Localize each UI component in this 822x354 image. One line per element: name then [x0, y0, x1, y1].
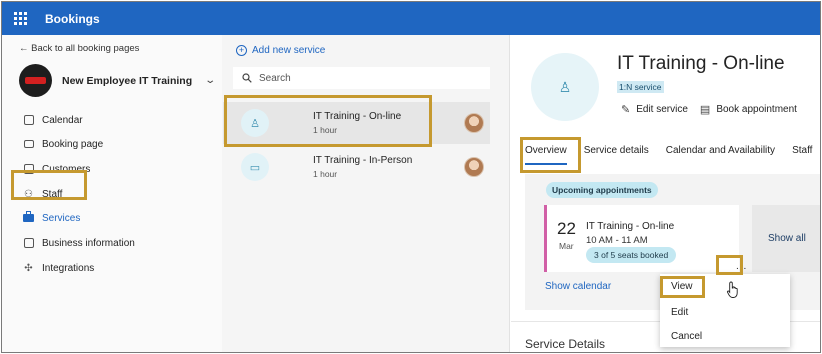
chevron-down-icon: ⌄	[204, 75, 217, 86]
staff-avatar	[464, 113, 484, 133]
show-all-link[interactable]: Show all	[768, 233, 806, 244]
hand-cursor-icon	[726, 281, 738, 298]
appointment-time: 10 AM - 11 AM	[586, 235, 648, 246]
briefcase-icon	[23, 211, 34, 224]
appointment-month: Mar	[559, 241, 574, 251]
show-calendar-link[interactable]: Show calendar	[545, 281, 611, 292]
sidebar-item-label: Services	[42, 212, 81, 224]
sidebar-item-label: Calendar	[42, 114, 83, 126]
search-icon	[242, 73, 252, 83]
pencil-icon: ✎	[621, 104, 631, 116]
services-list-pane: + Add new service ♙ IT Training - On-lin…	[222, 35, 510, 352]
service-duration: 1 hour	[313, 169, 338, 179]
calendar-icon	[23, 115, 34, 126]
back-link-label: Back to all booking pages	[31, 43, 140, 54]
sidebar-item-label: Business information	[42, 237, 135, 249]
service-icon: ♙	[531, 53, 599, 121]
service-details-heading: Service Details	[525, 337, 606, 351]
tab-calendar-availability[interactable]: Calendar and Availability	[666, 145, 775, 165]
service-item-it-training-in-person[interactable]: ▭ IT Training - In-Person 1 hour	[223, 146, 490, 188]
building-icon	[23, 238, 34, 249]
add-new-service-label: Add new service	[252, 45, 326, 56]
monitor-icon	[23, 139, 34, 150]
show-all-card[interactable]: Show all	[752, 205, 820, 272]
service-actions: ✎ Edit service ▤ Book appointment	[621, 103, 809, 116]
menu-item-cancel[interactable]: Cancel	[671, 331, 702, 342]
appointment-card[interactable]: 22 Mar IT Training - On-line 10 AM - 11 …	[544, 205, 739, 272]
appointment-title: IT Training - On-line	[586, 221, 675, 232]
tab-service-details[interactable]: Service details	[584, 145, 649, 165]
seats-booked-badge: 3 of 5 seats booked	[586, 247, 677, 263]
highlight-box-overview-tab	[520, 137, 581, 173]
back-link[interactable]: ← Back to all booking pages	[19, 43, 139, 54]
sidebar-item-business-information[interactable]: Business information	[23, 235, 135, 251]
highlight-box-more-options	[716, 255, 743, 275]
booking-page-logo	[19, 64, 52, 97]
search-box	[233, 67, 490, 89]
book-appointment-label: Book appointment	[716, 104, 797, 115]
service-icon: ▭	[241, 153, 269, 181]
highlight-box-service-item	[224, 95, 432, 147]
menu-item-edit[interactable]: Edit	[671, 307, 688, 318]
integrations-icon: ✣	[24, 262, 33, 274]
sidebar-item-label: Integrations	[42, 262, 95, 274]
app-launcher-icon[interactable]	[14, 11, 28, 26]
calendar-icon: ▤	[699, 104, 711, 116]
add-new-service-button[interactable]: + Add new service	[236, 45, 325, 56]
sidebar-item-booking-page[interactable]: Booking page	[23, 136, 103, 152]
upcoming-appointments-badge: Upcoming appointments	[546, 182, 658, 198]
staff-avatar	[464, 157, 484, 177]
book-appointment-button[interactable]: ▤ Book appointment	[700, 103, 797, 116]
sidebar-item-calendar[interactable]: Calendar	[23, 112, 83, 128]
booking-page-selector[interactable]: New Employee IT Training ⌄	[19, 64, 217, 97]
appointment-day: 22	[557, 219, 576, 238]
add-circle-icon: +	[236, 45, 247, 56]
service-name: IT Training - In-Person	[313, 155, 413, 166]
edit-service-label: Edit service	[636, 104, 688, 115]
highlight-box-view	[660, 276, 705, 298]
edit-service-button[interactable]: ✎ Edit service	[621, 103, 688, 116]
sidebar-item-integrations[interactable]: ✣ Integrations	[23, 260, 94, 276]
sidebar-item-services[interactable]: Services	[23, 210, 80, 226]
sidebar-item-label: Booking page	[42, 138, 104, 150]
service-text: IT Training - In-Person 1 hour	[313, 155, 412, 179]
service-title: IT Training - On-line	[617, 53, 785, 74]
booking-page-name: New Employee IT Training	[62, 74, 193, 87]
app-title: Bookings	[45, 11, 100, 26]
tab-staff[interactable]: Staff	[792, 145, 812, 165]
highlight-box-services	[11, 170, 87, 200]
app-window: Bookings ← Back to all booking pages New…	[1, 1, 821, 353]
search-input[interactable]	[259, 72, 479, 84]
service-type-badge: 1:N service	[617, 81, 664, 93]
top-bar: Bookings	[2, 2, 820, 35]
back-arrow-icon: ←	[19, 43, 29, 54]
